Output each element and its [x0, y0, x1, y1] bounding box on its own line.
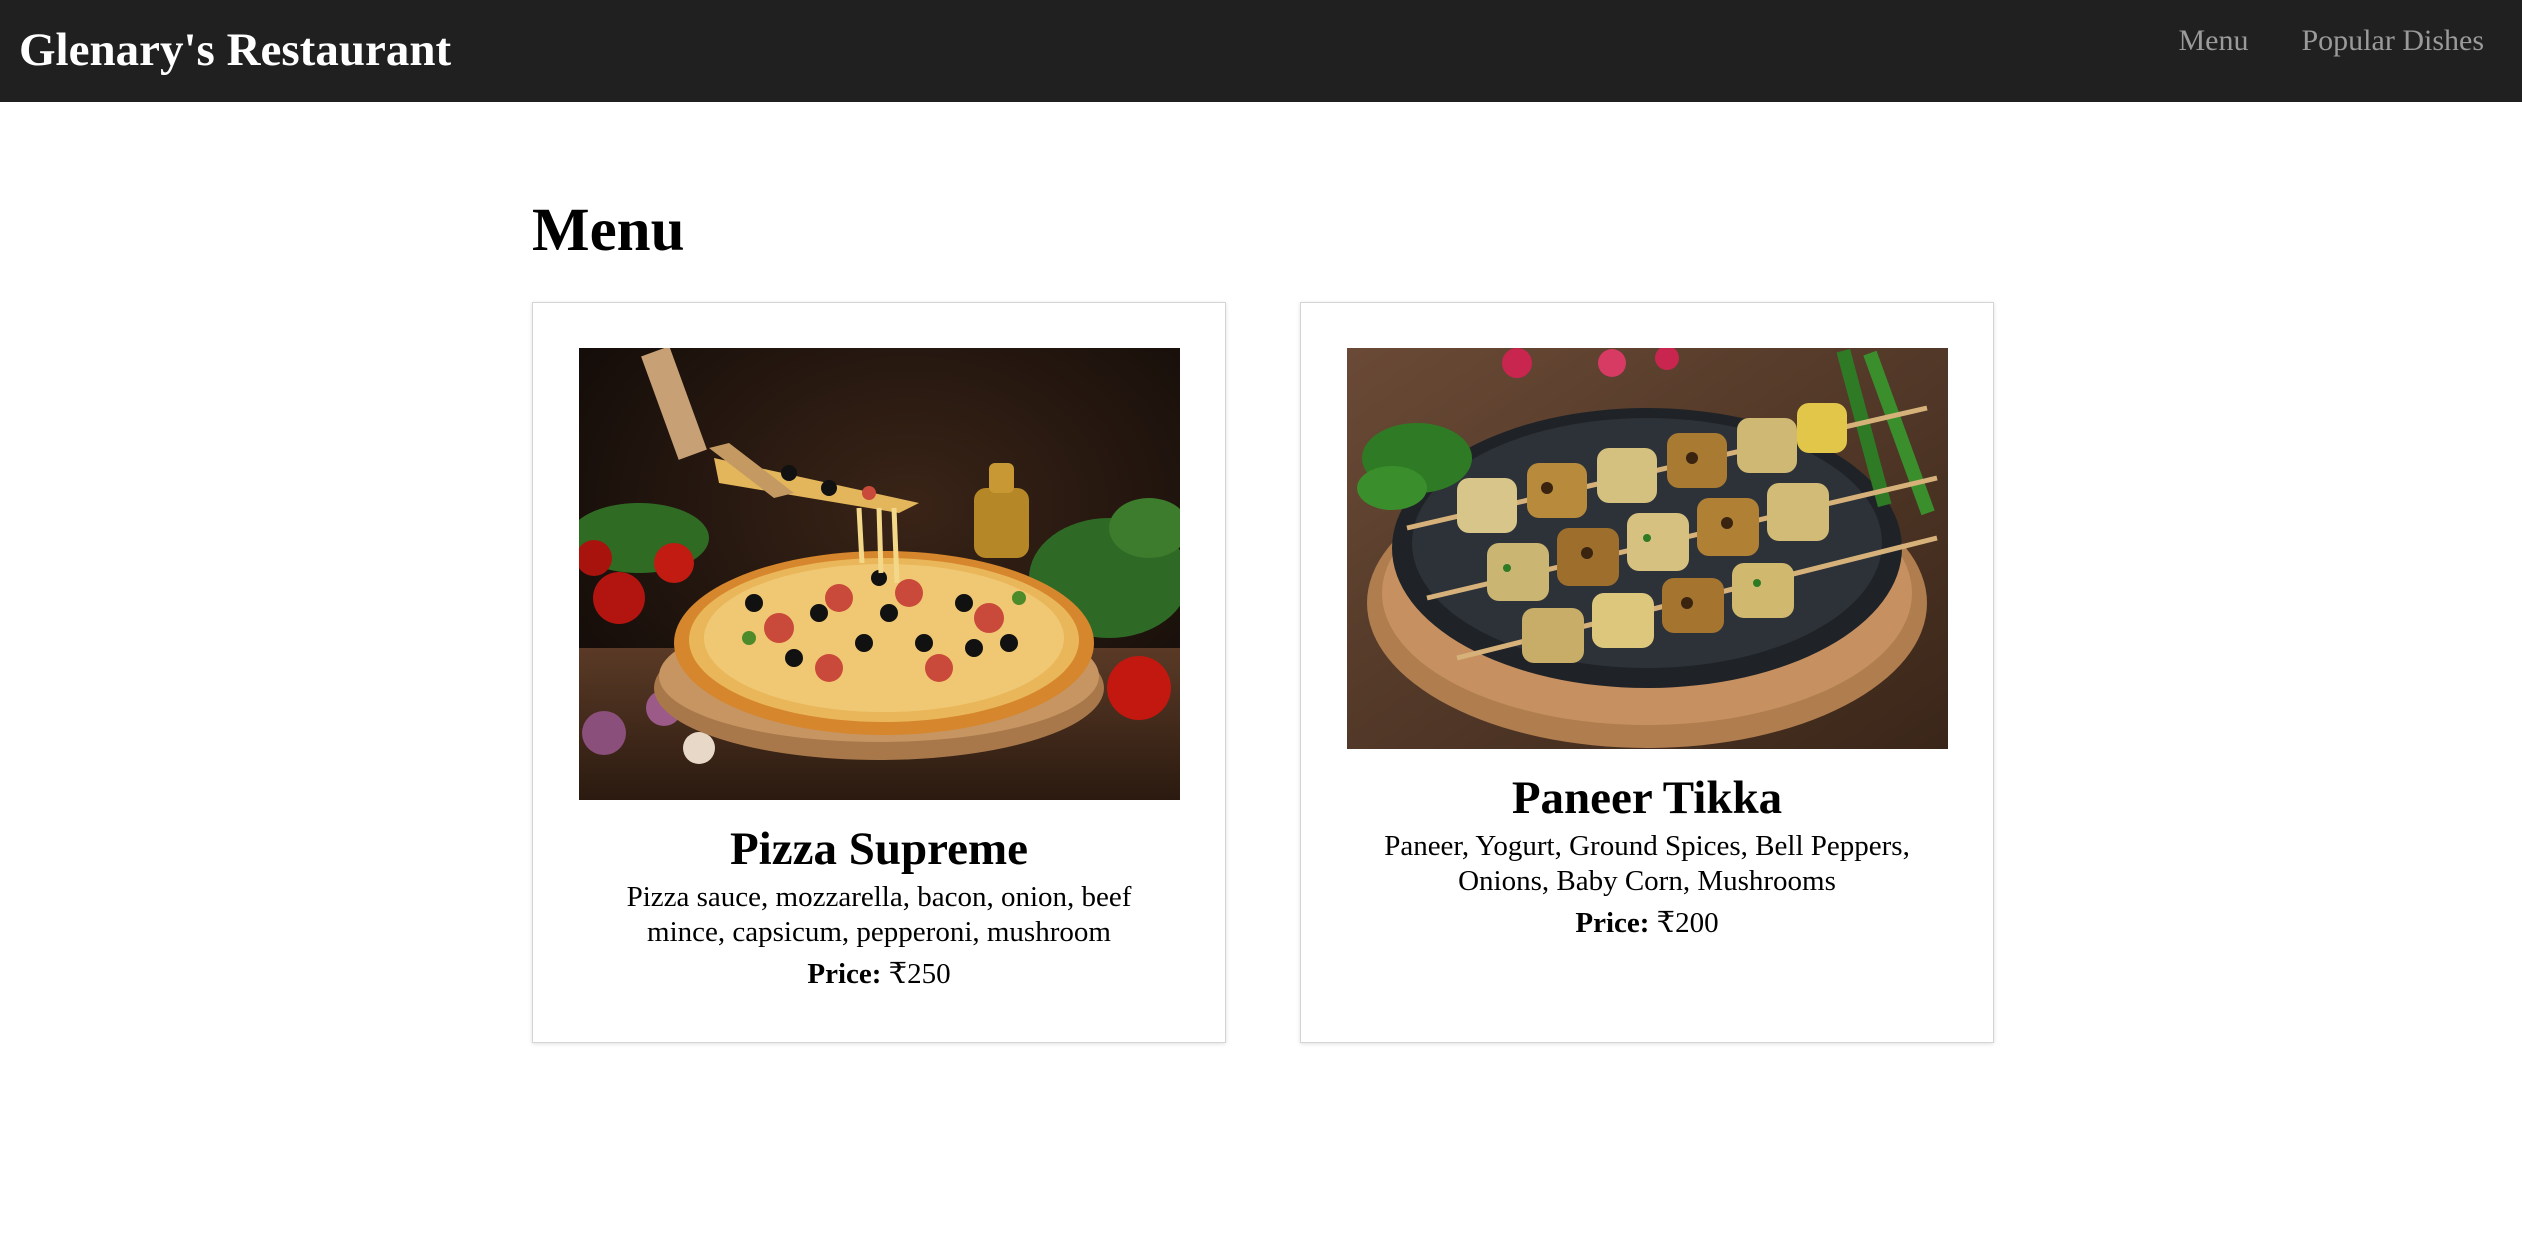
price-value: ₹250 [888, 958, 951, 991]
nav-link-popular-dishes[interactable]: Popular Dishes [2302, 24, 2485, 58]
nav-links: Menu Popular Dishes [2179, 24, 2504, 58]
dish-card: Paneer Tikka Paneer, Yogurt, Ground Spic… [1300, 302, 1994, 1043]
page-title: Menu [532, 197, 685, 264]
dish-name: Pizza Supreme [729, 823, 1029, 875]
pizza-photo [578, 348, 1180, 800]
brand-title[interactable]: Glenary's Restaurant [19, 23, 451, 77]
dish-description: Pizza sauce, mozzarella, bacon, onion, b… [626, 881, 1132, 949]
dish-price: Price: ₹200 [1575, 905, 1718, 941]
paneer-tikka-photo [1346, 348, 1948, 749]
dish-price: Price: ₹250 [807, 956, 950, 992]
price-value: ₹200 [1656, 907, 1719, 940]
dish-description: Paneer, Yogurt, Ground Spices, Bell Pepp… [1384, 830, 1910, 898]
price-label: Price: [807, 958, 882, 991]
top-navbar: Glenary's Restaurant Menu Popular Dishes [0, 0, 2522, 102]
dish-name: Paneer Tikka [1511, 772, 1783, 824]
price-label: Price: [1575, 907, 1650, 940]
dish-card: Pizza Supreme Pizza sauce, mozzarella, b… [532, 302, 1226, 1043]
nav-link-menu[interactable]: Menu [2179, 24, 2249, 58]
